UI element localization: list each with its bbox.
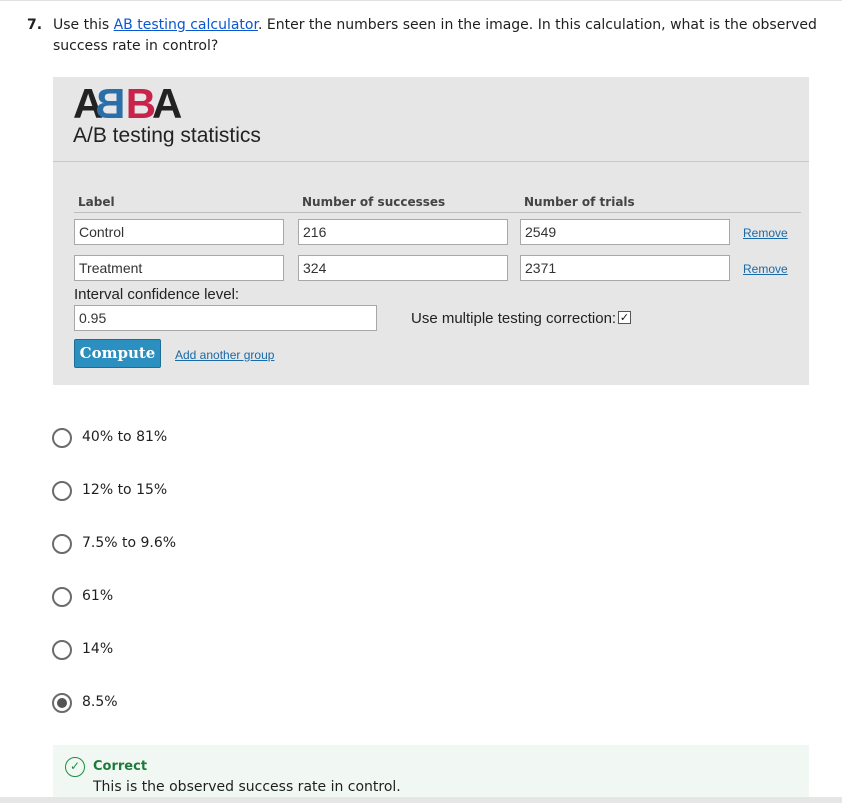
answer-option-label: 8.5% bbox=[82, 694, 118, 710]
radio-button[interactable] bbox=[52, 534, 72, 554]
header-divider bbox=[53, 161, 809, 162]
successes-column-header: Number of successes bbox=[302, 195, 446, 209]
feedback-text: This is the observed success rate in con… bbox=[93, 779, 401, 795]
abba-calculator-image: ABBA A/B testing statistics Label Number… bbox=[53, 77, 809, 385]
trials-column-header: Number of trials bbox=[524, 195, 635, 209]
treatment-successes-input[interactable]: 324 bbox=[298, 255, 508, 281]
logo-letter-b1: B bbox=[99, 80, 126, 127]
answer-option-label: 14% bbox=[82, 641, 114, 657]
radio-button[interactable] bbox=[52, 481, 72, 501]
answer-option-label: 12% to 15% bbox=[82, 482, 168, 498]
treatment-remove-link[interactable]: Remove bbox=[743, 262, 788, 276]
treatment-label-input[interactable]: Treatment bbox=[74, 255, 284, 281]
confidence-level-input[interactable]: 0.95 bbox=[74, 305, 377, 331]
bottom-divider bbox=[0, 797, 842, 803]
control-label-input[interactable]: Control bbox=[74, 219, 284, 245]
compute-button[interactable]: Compute bbox=[74, 339, 161, 368]
calculator-subtitle: A/B testing statistics bbox=[73, 124, 261, 147]
radio-button[interactable] bbox=[52, 587, 72, 607]
multiple-testing-label: Use multiple testing correction: bbox=[411, 310, 617, 327]
logo-letter-a2: A bbox=[152, 80, 182, 127]
abba-logo: ABBA bbox=[73, 80, 182, 128]
add-another-group-link[interactable]: Add another group bbox=[175, 348, 274, 362]
multiple-testing-checkbox[interactable]: ✓ bbox=[618, 311, 631, 324]
label-column-header: Label bbox=[78, 195, 115, 209]
answer-feedback: ✓ Correct This is the observed success r… bbox=[53, 745, 809, 797]
question-number: 7. bbox=[27, 17, 43, 33]
check-circle-icon: ✓ bbox=[65, 757, 85, 777]
logo-letter-b2: B bbox=[125, 80, 156, 127]
answer-option-label: 40% to 81% bbox=[82, 429, 168, 445]
radio-button[interactable] bbox=[52, 640, 72, 660]
ab-calculator-link[interactable]: AB testing calculator bbox=[114, 17, 258, 33]
top-divider bbox=[0, 0, 842, 1]
question-text-before: Use this bbox=[53, 17, 114, 33]
control-remove-link[interactable]: Remove bbox=[743, 226, 788, 240]
answer-option-label: 7.5% to 9.6% bbox=[82, 535, 177, 551]
logo-letter-a1: A bbox=[73, 80, 103, 127]
question-text: Use this AB testing calculator. Enter th… bbox=[53, 15, 817, 57]
confidence-level-label: Interval confidence level: bbox=[74, 286, 240, 303]
control-successes-input[interactable]: 216 bbox=[298, 219, 508, 245]
answer-option-label: 61% bbox=[82, 588, 114, 604]
feedback-title: Correct bbox=[93, 759, 148, 774]
treatment-trials-input[interactable]: 2371 bbox=[520, 255, 730, 281]
radio-button[interactable] bbox=[52, 428, 72, 448]
column-header-divider bbox=[74, 212, 801, 213]
control-trials-input[interactable]: 2549 bbox=[520, 219, 730, 245]
radio-button-selected[interactable] bbox=[52, 693, 72, 713]
